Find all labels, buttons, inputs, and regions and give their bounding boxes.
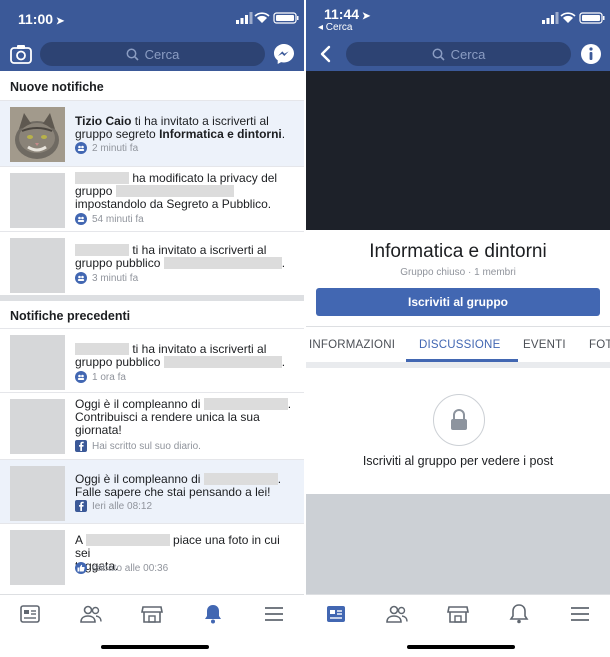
blurred-avatar xyxy=(10,399,65,454)
redacted-name xyxy=(75,244,129,256)
notification-row[interactable]: A piace una foto in cui sei taggata. saba… xyxy=(0,523,304,593)
redacted-name xyxy=(203,473,278,485)
marketplace-icon[interactable] xyxy=(140,603,164,625)
notification-meta: Ieri alle 08:12 xyxy=(75,500,152,512)
blurred-avatar xyxy=(10,335,65,390)
tab-informazioni[interactable]: INFORMAZIONI xyxy=(309,339,395,351)
notification-text: Tizio Caio ti ha invitato a iscriverti a… xyxy=(75,114,286,141)
section-separator xyxy=(0,295,304,301)
news-feed-icon[interactable] xyxy=(324,603,348,625)
blurred-avatar xyxy=(10,173,65,228)
blurred-avatar xyxy=(10,530,65,585)
notification-row[interactable]: ti ha invitato a iscriverti al gruppo pub… xyxy=(0,231,304,295)
group-title: Informatica e dintorni xyxy=(369,241,547,262)
notification-meta: 2 minuti fa xyxy=(75,142,138,154)
redacted-group xyxy=(163,356,282,368)
notification-meta: 54 minuti fa xyxy=(75,213,144,225)
menu-icon[interactable] xyxy=(568,603,592,625)
content-separator xyxy=(306,362,610,368)
locked-content-message: Iscriviti al gruppo per vedere i post xyxy=(362,454,554,468)
redacted-name xyxy=(75,172,129,184)
home-indicator[interactable] xyxy=(101,645,209,649)
notifications-bell-icon[interactable] xyxy=(507,603,531,625)
previous-notifications-title: Notifiche precedenti xyxy=(10,309,131,323)
new-notifications-list: Tizio Caio ti ha invitato a iscriverti a… xyxy=(0,100,304,295)
notification-meta: Hai scritto sul suo diario. xyxy=(75,440,201,452)
top-header: 11:00 ➤ Cerca xyxy=(0,0,304,71)
search-input[interactable]: Cerca xyxy=(346,42,571,66)
notification-meta: 3 minuti fa xyxy=(75,272,138,284)
search-placeholder: Cerca xyxy=(450,46,486,62)
lock-icon xyxy=(451,409,467,430)
notification-text: ha modificato la privacy del gruppo impos… xyxy=(75,171,278,211)
friends-icon[interactable] xyxy=(79,603,103,625)
status-bar: 11:44 ➤ ◂ Cerca xyxy=(306,0,610,36)
group-icon xyxy=(75,142,87,154)
facebook-icon xyxy=(75,500,87,512)
cat-profile-photo xyxy=(10,107,65,162)
notification-row[interactable]: Oggi è il compleanno di . Contribuisci a … xyxy=(0,392,304,459)
group-icon xyxy=(75,272,87,284)
blurred-avatar xyxy=(10,466,65,521)
facebook-icon xyxy=(75,440,87,452)
signal-wifi-battery-icon xyxy=(236,12,299,24)
location-arrow-icon: ➤ xyxy=(56,16,65,27)
tab-foto[interactable]: FOTO xyxy=(589,339,610,351)
marketplace-icon[interactable] xyxy=(446,603,470,625)
status-time: 11:00 ➤ xyxy=(18,11,65,27)
lock-badge xyxy=(433,394,485,446)
notification-row[interactable]: Oggi è il compleanno di . Falle sapere ch… xyxy=(0,459,304,523)
notification-meta: 1 ora fa xyxy=(75,371,126,383)
group-screen: 11:44 ➤ ◂ Cerca Cerca Informatica e dinto… xyxy=(306,0,610,657)
search-icon xyxy=(126,48,139,61)
group-meta: Gruppo chiuso · 1 membri xyxy=(400,267,516,278)
group-tabs: INFORMAZIONI DISCUSSIONE EVENTI FOTO xyxy=(306,326,610,362)
notification-text: Oggi è il compleanno di . Falle sapere ch… xyxy=(75,472,282,499)
notification-text: Oggi è il compleanno di . Contribuisci a … xyxy=(75,397,292,437)
camera-icon[interactable] xyxy=(9,42,33,66)
notifications-screen: 11:00 ➤ Cerca Nuove notifiche Tizio Caio… xyxy=(0,0,304,657)
menu-icon[interactable] xyxy=(262,603,286,625)
group-icon xyxy=(75,213,87,225)
notifications-bell-icon[interactable] xyxy=(201,603,225,625)
home-indicator[interactable] xyxy=(407,645,515,649)
notification-row[interactable]: Tizio Caio ti ha invitato a iscriverti a… xyxy=(0,100,304,166)
notification-row[interactable]: ha modificato la privacy del gruppo impos… xyxy=(0,166,304,231)
join-group-button[interactable]: Iscriviti al gruppo xyxy=(316,288,600,316)
news-feed-icon[interactable] xyxy=(18,603,42,625)
notification-text: ti ha invitato a iscriverti al gruppo pub… xyxy=(75,342,286,369)
like-icon xyxy=(75,562,87,574)
redacted-name xyxy=(75,343,129,355)
redacted-name xyxy=(203,398,288,410)
back-chevron-icon[interactable] xyxy=(314,42,338,66)
new-notifications-title: Nuove notifiche xyxy=(10,80,104,94)
location-arrow-icon: ➤ xyxy=(362,11,371,22)
tab-eventi[interactable]: EVENTI xyxy=(523,339,566,351)
notification-meta: sabato alle 00:36 xyxy=(75,562,168,574)
group-icon xyxy=(75,371,87,383)
signal-wifi-battery-icon xyxy=(542,12,605,24)
redacted-group xyxy=(163,257,282,269)
status-bar: 11:00 ➤ xyxy=(0,0,304,36)
notification-text: ti ha invitato a iscriverti al gruppo pub… xyxy=(75,243,286,270)
back-to-app-link[interactable]: ◂ Cerca xyxy=(318,22,352,33)
notification-row[interactable]: ti ha invitato a iscriverti al gruppo pub… xyxy=(0,328,304,392)
redacted-group xyxy=(115,185,234,197)
friends-icon[interactable] xyxy=(385,603,409,625)
tab-discussione[interactable]: DISCUSSIONE xyxy=(419,339,500,351)
previous-notifications-list: ti ha invitato a iscriverti al gruppo pub… xyxy=(0,328,304,593)
empty-feed-area xyxy=(306,494,610,594)
info-icon[interactable] xyxy=(579,42,603,66)
redacted-name xyxy=(85,534,170,546)
group-cover-photo xyxy=(306,71,610,230)
top-header: 11:44 ➤ ◂ Cerca Cerca xyxy=(306,0,610,71)
search-icon xyxy=(432,48,445,61)
search-placeholder: Cerca xyxy=(144,46,180,62)
status-time: 11:44 ➤ xyxy=(324,6,371,22)
blurred-avatar xyxy=(10,238,65,293)
messenger-icon[interactable] xyxy=(272,42,296,66)
search-input[interactable]: Cerca xyxy=(40,42,265,66)
